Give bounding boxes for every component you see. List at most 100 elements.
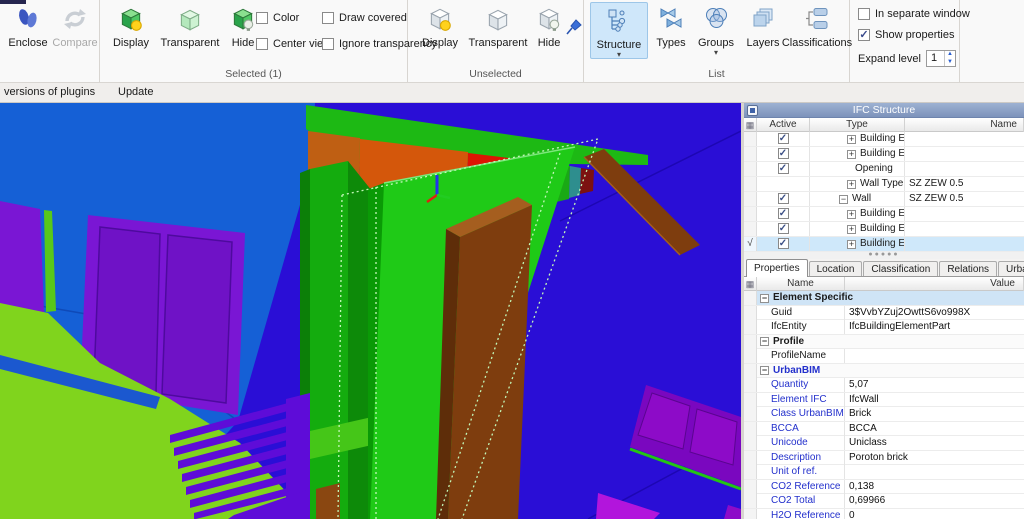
chevron-down-icon: ▾ (616, 50, 621, 59)
property-row[interactable]: Quantity 5,07 (744, 378, 1024, 393)
type-label: Building Ele... (860, 133, 905, 144)
menu-item-versions-of-plugins[interactable]: versions of plugins (4, 86, 95, 98)
tab-urban-bim[interactable]: Urban BIM (998, 261, 1024, 290)
expand-icon[interactable]: + (847, 149, 856, 159)
types-icon (658, 3, 684, 35)
property-group-row[interactable]: − Profile (744, 334, 1024, 349)
groups-button[interactable]: Groups ▾ (694, 3, 738, 57)
property-row[interactable]: Guid 3$VvbYZuj2OwttS6vo998X (744, 305, 1024, 320)
property-row[interactable]: H2O Reference 0 (744, 508, 1024, 519)
grid-options-icon[interactable]: ▦ (744, 118, 757, 132)
expand-icon[interactable]: + (847, 134, 856, 144)
type-cell: + Wall Type (810, 177, 905, 191)
wall-slab-green[interactable] (310, 161, 348, 519)
active-checkbox[interactable]: ✓ (777, 148, 789, 159)
column-header-name[interactable]: Name (757, 277, 845, 291)
checkbox-box (256, 12, 268, 24)
3d-viewport[interactable] (0, 103, 741, 519)
expand-icon[interactable]: + (847, 179, 856, 189)
unselected-display-button[interactable]: Display (416, 3, 464, 49)
active-checkbox[interactable]: ✓ (777, 208, 789, 219)
cube-white-icon (485, 3, 511, 35)
collapse-icon[interactable]: − (839, 194, 848, 204)
checkbox-show-properties[interactable]: ✓ Show properties (858, 29, 955, 41)
selected-transparent-button[interactable]: Transparent (158, 3, 222, 49)
tab-relations[interactable]: Relations (939, 261, 998, 276)
active-checkbox[interactable]: ✓ (777, 133, 789, 144)
type-label: Building Ele... (860, 238, 905, 249)
grid-splitter-handle[interactable]: ●●●●● (744, 251, 1024, 259)
ribbon-group-enclose: Enclose Compare (2, 0, 100, 82)
spinner-down-icon[interactable]: ▼ (945, 59, 955, 67)
property-row[interactable]: CO2 Reference 0,138 (744, 479, 1024, 494)
tree-row[interactable]: ✓ + Building Ele... (744, 207, 1024, 222)
tree-row[interactable]: ✓ + Building Ele... (744, 147, 1024, 162)
row-indicator (744, 320, 757, 334)
row-indicator (744, 407, 757, 421)
checkbox-color[interactable]: Color (256, 12, 299, 24)
checkbox-draw-covered[interactable]: Draw covered (322, 12, 407, 24)
active-checkbox[interactable]: ✓ (777, 223, 789, 234)
tab-location[interactable]: Location (808, 261, 863, 276)
selected-display-button[interactable]: Display (106, 3, 156, 49)
compare-button[interactable]: Compare (52, 3, 98, 49)
tree-row[interactable]: + Wall Type SZ ZEW 0.5 (744, 177, 1024, 192)
unselected-transparent-button[interactable]: Transparent (466, 3, 530, 49)
tab-classification[interactable]: Classification (863, 261, 939, 276)
active-checkbox[interactable]: ✓ (777, 193, 789, 204)
checkbox-center-view[interactable]: Center view (256, 38, 331, 50)
column-header-value[interactable]: Value (845, 277, 1024, 291)
property-row[interactable]: Class UrbanBIM Brick (744, 407, 1024, 422)
property-row[interactable]: Element IFC IfcWall (744, 392, 1024, 407)
layers-button[interactable]: Layers (742, 3, 784, 49)
checkbox-in-separate-window[interactable]: In separate window (858, 8, 970, 20)
tab-properties[interactable]: Properties (746, 259, 808, 277)
row-indicator (744, 421, 757, 436)
column-header-type[interactable]: Type (810, 118, 905, 132)
property-row[interactable]: BCCA BCCA (744, 421, 1024, 436)
tree-row[interactable]: ✓ + Building Ele... (744, 132, 1024, 147)
property-group-row[interactable]: − UrbanBIM (744, 363, 1024, 378)
panel-title-bar[interactable]: IFC Structure (744, 103, 1024, 118)
type-cell: + Building Ele... (810, 132, 905, 146)
dock-icon[interactable] (747, 105, 758, 116)
panel-teal-sliver (569, 166, 581, 198)
tree-row[interactable]: ✓ − Wall SZ ZEW 0.5 (744, 192, 1024, 207)
collapse-icon[interactable]: − (760, 366, 769, 375)
group-cell: − UrbanBIM (757, 364, 1024, 378)
pin-icon[interactable] (566, 18, 582, 39)
property-group-row[interactable]: − Element Specific (744, 291, 1024, 306)
row-indicator (744, 508, 757, 519)
spinner-up-icon[interactable]: ▲ (945, 51, 955, 59)
column-header-active[interactable]: Active (757, 118, 810, 132)
type-label: Wall (852, 193, 872, 204)
property-row[interactable]: CO2 Total 0,69966 (744, 494, 1024, 509)
window-panel-purple[interactable] (0, 201, 44, 313)
property-row[interactable]: IfcEntity IfcBuildingElementPart (744, 320, 1024, 335)
ribbon-group-options: In separate window ✓ Show properties Exp… (850, 0, 970, 82)
expand-level-spinner[interactable]: 1 ▲ ▼ (926, 50, 956, 67)
structure-button[interactable]: Structure ▾ (590, 2, 648, 59)
property-row[interactable]: ProfileName (744, 349, 1024, 364)
unselected-hide-button[interactable]: Hide (532, 3, 566, 49)
property-row[interactable]: Description Poroton brick (744, 450, 1024, 465)
expand-icon[interactable]: + (847, 224, 856, 234)
enclose-button[interactable]: Enclose (6, 3, 50, 49)
property-row[interactable]: Unicode Uniclass (744, 436, 1024, 451)
tree-row[interactable]: ✓ + Building Ele... (744, 222, 1024, 237)
collapse-icon[interactable]: − (760, 337, 769, 346)
column-header-name[interactable]: Name (905, 118, 1024, 132)
tree-header: ▦ Active Type Name (744, 118, 1024, 132)
expand-icon[interactable]: + (847, 209, 856, 219)
tree-row[interactable]: ✓ Opening (744, 162, 1024, 177)
property-row[interactable]: Unit of ref. (744, 465, 1024, 480)
tree-row[interactable]: √ ✓ + Building Ele... (744, 237, 1024, 252)
menu-item-update[interactable]: Update (118, 86, 153, 98)
active-checkbox[interactable]: ✓ (777, 238, 789, 249)
grid-options-icon[interactable]: ▦ (744, 277, 757, 291)
active-checkbox[interactable]: ✓ (777, 163, 789, 174)
expand-icon[interactable]: + (847, 239, 856, 249)
types-button[interactable]: Types (652, 3, 690, 49)
collapse-icon[interactable]: − (760, 293, 769, 303)
classifications-button[interactable]: Classifications (782, 3, 852, 49)
